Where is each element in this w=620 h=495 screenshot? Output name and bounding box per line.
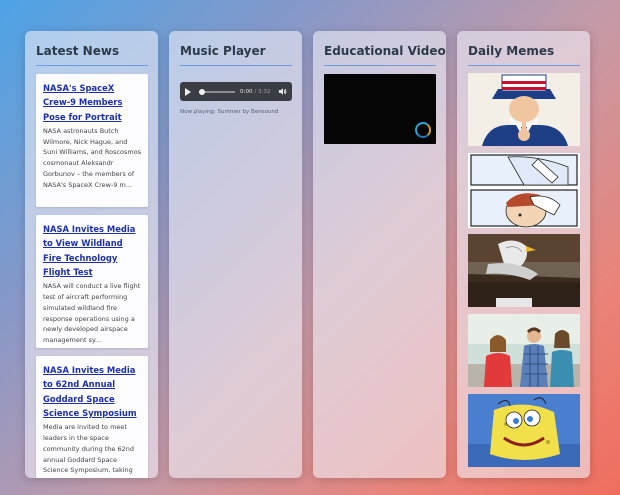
seagull-meme-image[interactable] [468,234,580,307]
play-icon[interactable] [185,87,191,96]
progress-knob[interactable] [199,88,205,95]
audio-player: 0:00 / 3:32 [180,82,292,101]
uncle-sam-meme-image[interactable] [468,73,580,146]
news-article-link[interactable]: NASA Invites Media to View Wildland Fire… [43,222,142,279]
audio-time: 0:00 / 3:32 [240,89,271,95]
music-title-divider [180,65,292,66]
duration: / 3:32 [254,88,271,95]
news-card: NASA's SpaceX Crew-9 Members Pose for Po… [36,74,148,207]
news-card: NASA Invites Media to 62nd Annual Goddar… [36,356,148,478]
news-article-summary: NASA astronauts Butch Wilmore, Nick Hagu… [43,126,142,189]
audio-progress-slider[interactable] [199,88,235,95]
news-article-summary: NASA will conduct a live flight test of … [43,282,141,345]
loading-spinner-icon [415,122,431,138]
music-panel-title: Music Player [180,44,266,58]
memes-title-divider [468,65,580,66]
current-time: 0:00 [240,88,253,95]
news-article-link[interactable]: NASA Invites Media to 62nd Annual Goddar… [43,363,142,420]
news-panel: Latest News NASA's SpaceX Crew-9 Members… [25,31,158,478]
mocking-spongebob-meme-image[interactable] [468,394,580,467]
memes-panel: Daily Memes [457,31,590,478]
news-card: NASA Invites Media to View Wildland Fire… [36,215,148,348]
news-panel-title: Latest News [36,44,120,58]
memes-panel-title: Daily Memes [468,44,555,58]
sweating-towel-guy-meme-image[interactable] [468,153,580,228]
now-playing-text: Now playing: Summer by Bensound [180,109,279,115]
videos-title-divider [324,65,436,66]
music-panel: Music Player 0:00 / 3:32 Now playing: Su… [169,31,302,478]
video-player[interactable] [324,74,436,144]
volume-icon[interactable] [278,87,287,96]
distracted-boyfriend-meme-image[interactable] [468,314,580,387]
news-article-link[interactable]: NASA's SpaceX Crew-9 Members Pose for Po… [43,81,142,124]
meme-image-partial[interactable] [468,474,580,478]
videos-panel: Educational Videos [313,31,446,478]
news-article-summary: Media are invited to meet leaders in the… [43,423,135,475]
news-title-divider [36,65,148,66]
videos-panel-title: Educational Videos [324,44,446,58]
